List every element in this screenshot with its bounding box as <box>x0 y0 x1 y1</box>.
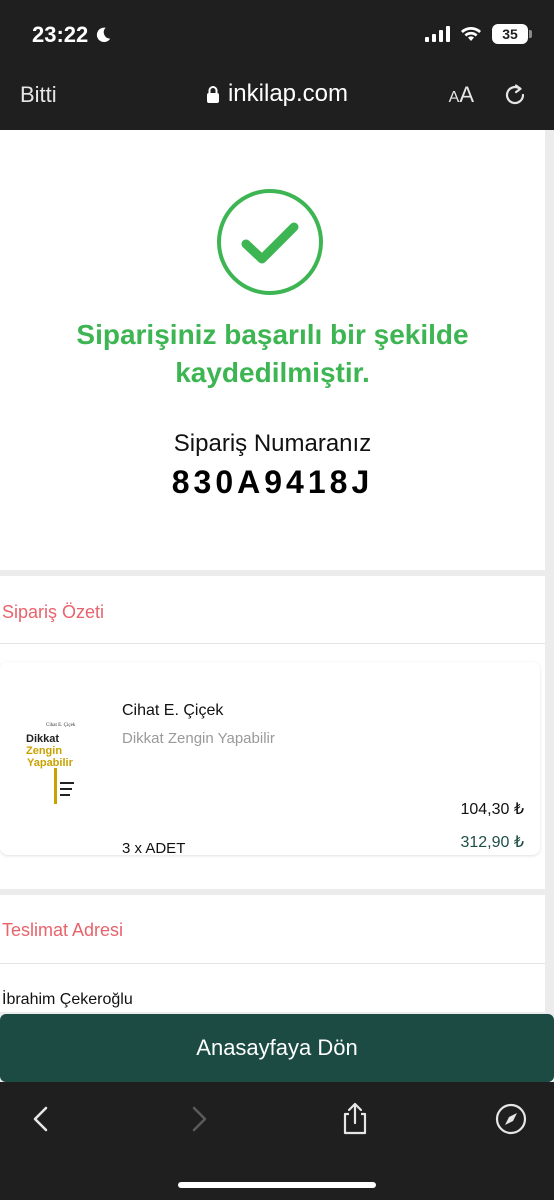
success-check-icon <box>217 189 323 295</box>
order-item: Cihat E. Çiçek Dikkat Zengin Yapabilir C… <box>0 662 540 857</box>
status-bar: 23:22 35 <box>0 0 554 70</box>
item-unit-price: 104,30 ₺ <box>460 801 524 818</box>
moon-icon <box>97 27 111 43</box>
delivery-address-title: Teslimat Adresi <box>2 920 124 940</box>
done-button[interactable]: Bitti <box>20 82 57 108</box>
wifi-icon <box>461 27 481 41</box>
battery-level: 35 <box>502 26 518 42</box>
back-to-home-button[interactable]: Anasayfaya Dön <box>0 1014 554 1082</box>
divider <box>0 963 545 964</box>
status-time: 23:22 <box>32 22 112 48</box>
share-icon[interactable] <box>338 1102 372 1136</box>
item-author: Cihat E. Çiçek <box>122 702 224 719</box>
delivery-address-card: Teslimat Adresi İbrahim Çekeroğlu <box>0 895 545 1012</box>
text-size-large-label: A <box>459 82 474 107</box>
browser-nav-bar: Bitti inkilap.com AA <box>0 70 554 130</box>
order-number-label: Sipariş Numaranız <box>173 430 372 457</box>
text-size-small-label: A <box>448 89 460 106</box>
item-total-price: 312,90 ₺ <box>460 834 524 851</box>
forward-arrow-icon[interactable] <box>182 1102 216 1136</box>
order-summary-title: Sipariş Özeti <box>2 602 105 622</box>
text-size-button[interactable]: AA <box>449 82 474 108</box>
clock-text: 23:22 <box>32 22 89 47</box>
order-number: 830A9418J <box>171 464 374 500</box>
cellular-signal-icon <box>425 26 450 42</box>
svg-text:Dikkat: Dikkat <box>26 733 59 745</box>
item-title[interactable]: Dikkat Zengin Yapabilir <box>122 730 275 747</box>
compass-icon[interactable] <box>494 1102 528 1136</box>
recipient-name: İbrahim Çekeroğlu <box>2 991 133 1008</box>
url-text: inkilap.com <box>227 80 349 107</box>
reload-icon[interactable] <box>502 82 528 108</box>
back-arrow-icon[interactable] <box>24 1102 58 1136</box>
svg-text:Cihat E. Çiçek: Cihat E. Çiçek <box>46 723 76 728</box>
status-indicators: 35 <box>425 24 532 44</box>
battery-icon: 35 <box>492 24 532 44</box>
lock-icon <box>206 86 219 103</box>
success-card: Siparişiniz başarılı bir şekilde kaydedi… <box>0 130 545 570</box>
order-summary-card: Sipariş Özeti Cihat E. Çiçek Dikkat Zeng… <box>0 576 545 889</box>
success-message: Siparişiniz başarılı bir şekilde kaydedi… <box>76 319 469 388</box>
svg-text:Zengin: Zengin <box>26 745 62 757</box>
svg-text:Yapabilir: Yapabilir <box>27 757 74 769</box>
page-content: Siparişiniz başarılı bir şekilde kaydedi… <box>0 130 554 1012</box>
home-indicator <box>178 1182 376 1188</box>
item-quantity: 3 x ADET <box>122 840 186 857</box>
divider <box>0 643 545 644</box>
book-cover-image: Cihat E. Çiçek Dikkat Zengin Yapabilir <box>24 720 94 810</box>
